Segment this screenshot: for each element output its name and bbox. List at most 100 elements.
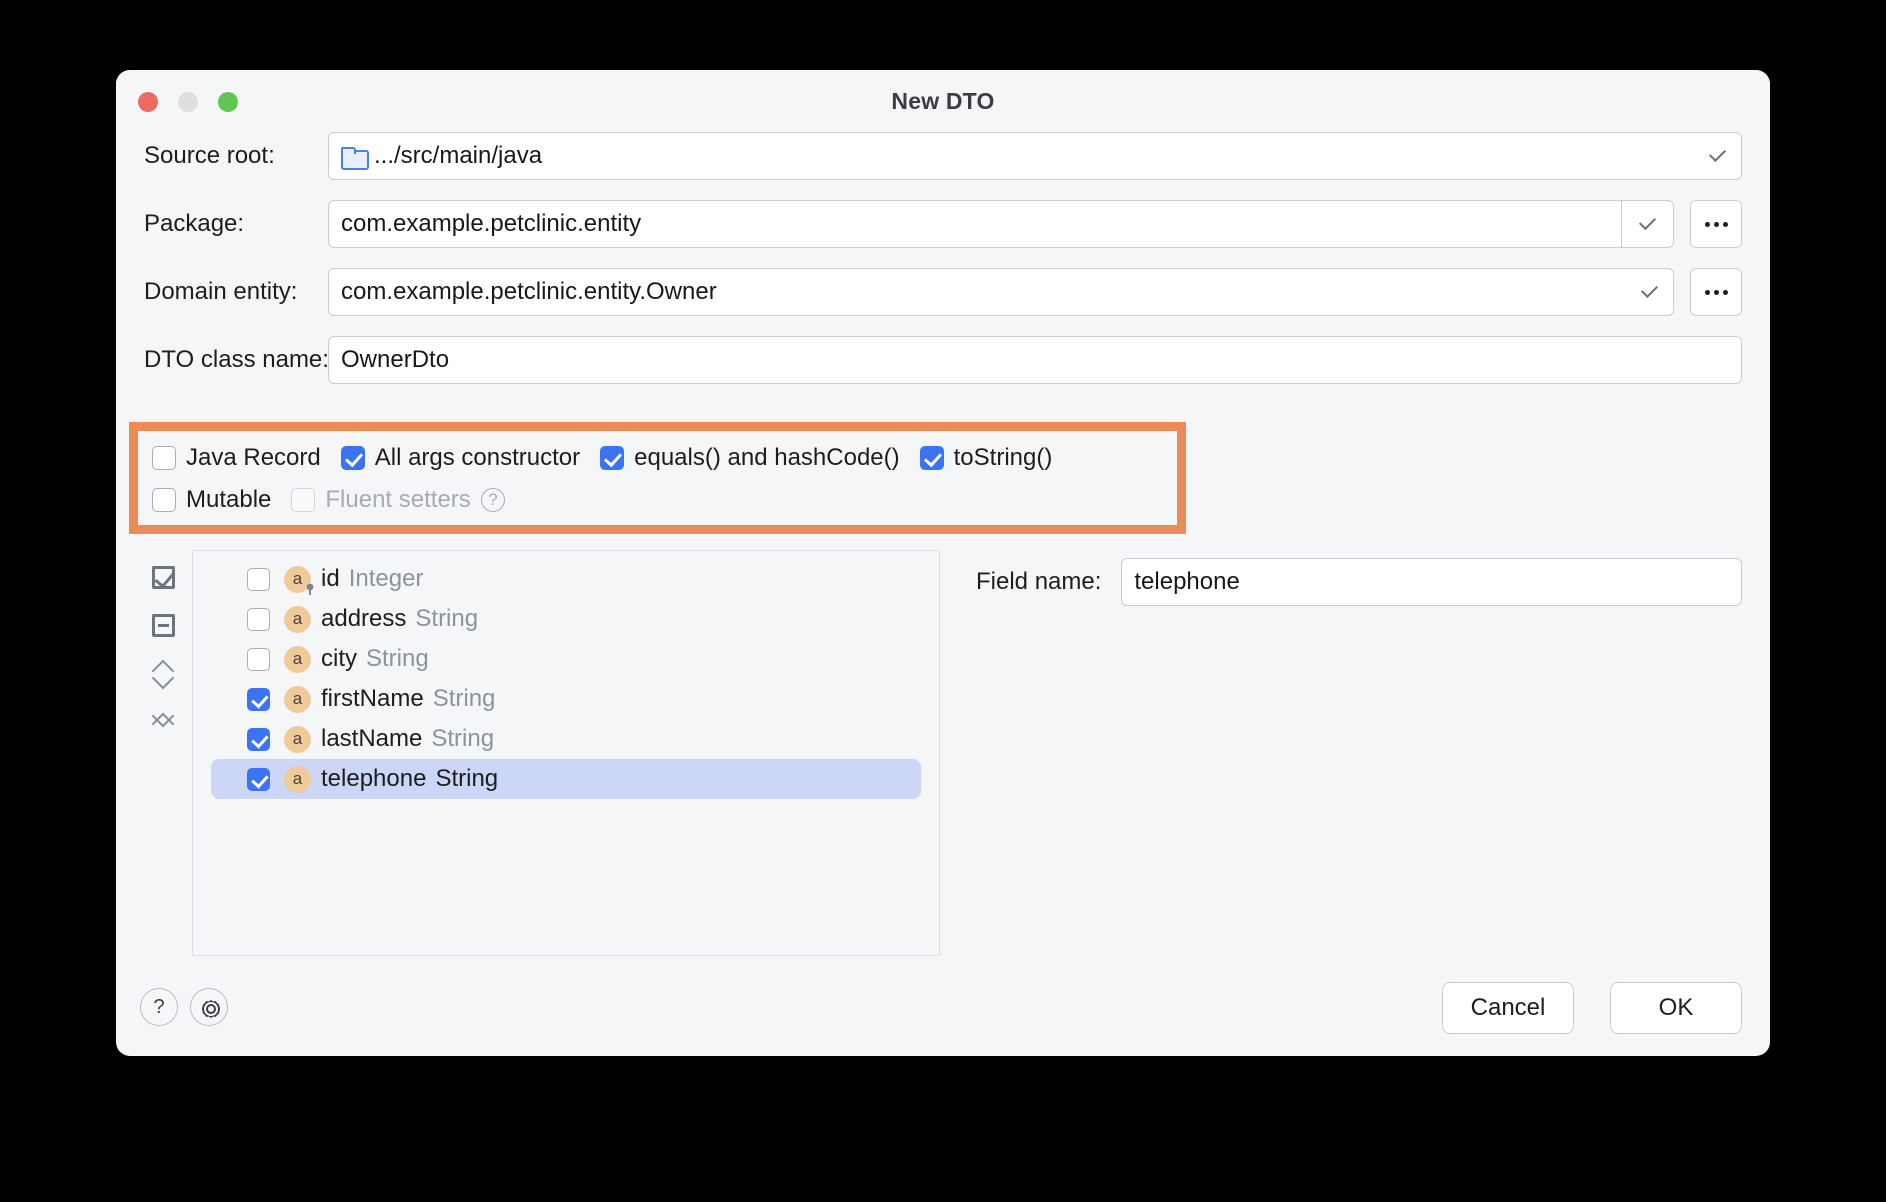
- option-fluent-setters: Fluent setters ?: [291, 486, 505, 514]
- domain-entity-browse-button[interactable]: [1690, 268, 1742, 316]
- field-type-label: String: [431, 725, 495, 752]
- table-row[interactable]: a firstName String: [211, 679, 921, 719]
- ellipsis-dot: [1704, 289, 1710, 295]
- option-equals-hashcode[interactable]: equals() and hashCode(): [600, 444, 900, 472]
- table-row[interactable]: a address String: [211, 599, 921, 639]
- fluent-setters-label: Fluent setters: [325, 486, 471, 513]
- domain-entity-row: Domain entity: com.example.petclinic.ent…: [116, 268, 1770, 316]
- option-java-record[interactable]: Java Record: [152, 444, 321, 472]
- package-input[interactable]: com.example.petclinic.entity: [328, 200, 1622, 248]
- field-name-label: lastName: [321, 725, 423, 752]
- domain-entity-value: com.example.petclinic.entity.Owner: [341, 278, 717, 305]
- attribute-icon: a: [284, 605, 311, 633]
- field-type-label: String: [432, 685, 496, 712]
- dialog-titlebar: New DTO: [116, 70, 1770, 132]
- expand-all-button[interactable]: [144, 654, 182, 692]
- equals-hashcode-label: equals() and hashCode(): [634, 444, 900, 471]
- source-root-row: Source root: .../src/main/java: [116, 132, 1770, 180]
- dto-class-name-label: DTO class name:: [144, 346, 329, 373]
- dialog-form: Source root: .../src/main/java Package: …: [116, 132, 1770, 404]
- domain-entity-combo[interactable]: com.example.petclinic.entity.Owner: [328, 268, 1674, 316]
- table-row[interactable]: a city String: [211, 639, 921, 679]
- collapse-all-icon: [151, 708, 175, 734]
- table-row[interactable]: a lastName String: [211, 719, 921, 759]
- field-checkbox[interactable]: [247, 767, 270, 791]
- help-icon[interactable]: ?: [480, 488, 505, 512]
- field-detail-panel: Field name: telephone: [976, 558, 1742, 606]
- table-row[interactable]: a telephone String: [211, 759, 921, 799]
- collapse-all-button[interactable]: [144, 702, 182, 740]
- field-name-label: city: [321, 645, 357, 672]
- expand-all-icon: [151, 660, 175, 686]
- field-checkbox[interactable]: [247, 647, 270, 671]
- options-highlight-box: Java Record All args constructor equals(…: [129, 422, 1186, 534]
- field-checkbox[interactable]: [247, 727, 270, 751]
- package-browse-button[interactable]: [1690, 200, 1742, 248]
- java-record-label: Java Record: [186, 444, 321, 471]
- field-name-label: firstName: [321, 685, 424, 712]
- chevron-down-icon[interactable]: [1709, 145, 1726, 162]
- help-button[interactable]: ?: [140, 988, 178, 1026]
- field-type-label: String: [415, 605, 479, 632]
- fluent-setters-checkbox: [291, 488, 316, 512]
- field-type-label: String: [435, 765, 499, 792]
- deselect-all-button[interactable]: [144, 606, 182, 644]
- field-name-input[interactable]: telephone: [1121, 558, 1742, 606]
- field-name-label: address: [321, 605, 407, 632]
- package-row: Package: com.example.petclinic.entity: [116, 200, 1770, 248]
- source-root-label: Source root:: [144, 142, 275, 169]
- field-checkbox[interactable]: [247, 607, 270, 631]
- options-row-1: Java Record All args constructor equals(…: [152, 439, 1072, 477]
- java-record-checkbox[interactable]: [152, 446, 176, 470]
- tostring-label: toString(): [953, 444, 1053, 471]
- source-root-combo[interactable]: .../src/main/java: [328, 132, 1742, 180]
- settings-button[interactable]: [190, 988, 228, 1026]
- option-all-args-constructor[interactable]: All args constructor: [340, 444, 581, 472]
- all-args-constructor-label: All args constructor: [374, 444, 581, 471]
- field-name-label: telephone: [321, 765, 427, 792]
- gear-icon: [199, 997, 219, 1017]
- attribute-icon: a: [284, 765, 311, 793]
- deselect-all-icon: [151, 613, 175, 637]
- select-all-button[interactable]: [144, 558, 182, 596]
- chevron-down-icon[interactable]: [1641, 281, 1658, 298]
- field-list[interactable]: a id Integer a address String a city Str…: [192, 550, 940, 956]
- option-tostring[interactable]: toString(): [919, 444, 1053, 472]
- source-root-value: .../src/main/java: [374, 142, 543, 169]
- field-name-value: telephone: [1134, 568, 1240, 595]
- field-checkbox[interactable]: [247, 687, 270, 711]
- ellipsis-dot: [1722, 289, 1728, 295]
- all-args-constructor-checkbox[interactable]: [340, 446, 365, 470]
- tostring-checkbox[interactable]: [919, 446, 944, 470]
- folder-icon: [341, 146, 369, 170]
- table-row[interactable]: a id Integer: [211, 559, 921, 599]
- attribute-icon: a: [284, 685, 311, 713]
- cancel-button[interactable]: Cancel: [1442, 982, 1574, 1034]
- new-dto-dialog: New DTO Source root: .../src/main/java P…: [116, 70, 1770, 1056]
- attribute-key-icon: a: [284, 565, 315, 595]
- option-mutable[interactable]: Mutable: [152, 486, 271, 514]
- ellipsis-dot: [1722, 221, 1728, 227]
- dto-class-name-input[interactable]: OwnerDto: [328, 336, 1742, 384]
- ok-button[interactable]: OK: [1610, 982, 1742, 1034]
- question-mark-icon: ?: [153, 995, 165, 1018]
- attribute-icon: a: [284, 645, 311, 673]
- dialog-footer: ? Cancel OK: [116, 960, 1770, 1056]
- select-all-icon: [151, 565, 175, 589]
- ellipsis-dot: [1713, 289, 1719, 295]
- ellipsis-dot: [1704, 221, 1710, 227]
- package-dropdown-button[interactable]: [1622, 200, 1674, 248]
- mutable-checkbox[interactable]: [152, 488, 176, 512]
- chevron-down-icon: [1639, 212, 1656, 230]
- attribute-icon: a: [284, 725, 311, 753]
- field-list-toolbar: [144, 558, 192, 750]
- screen: New DTO Source root: .../src/main/java P…: [0, 0, 1886, 1202]
- field-name-caption: Field name:: [976, 568, 1102, 595]
- field-checkbox[interactable]: [247, 567, 270, 591]
- field-type-label: Integer: [348, 565, 424, 592]
- field-type-label: String: [366, 645, 429, 672]
- domain-entity-label: Domain entity:: [144, 278, 298, 305]
- equals-hashcode-checkbox[interactable]: [600, 446, 625, 470]
- ellipsis-dot: [1713, 221, 1719, 227]
- package-label: Package:: [144, 210, 245, 237]
